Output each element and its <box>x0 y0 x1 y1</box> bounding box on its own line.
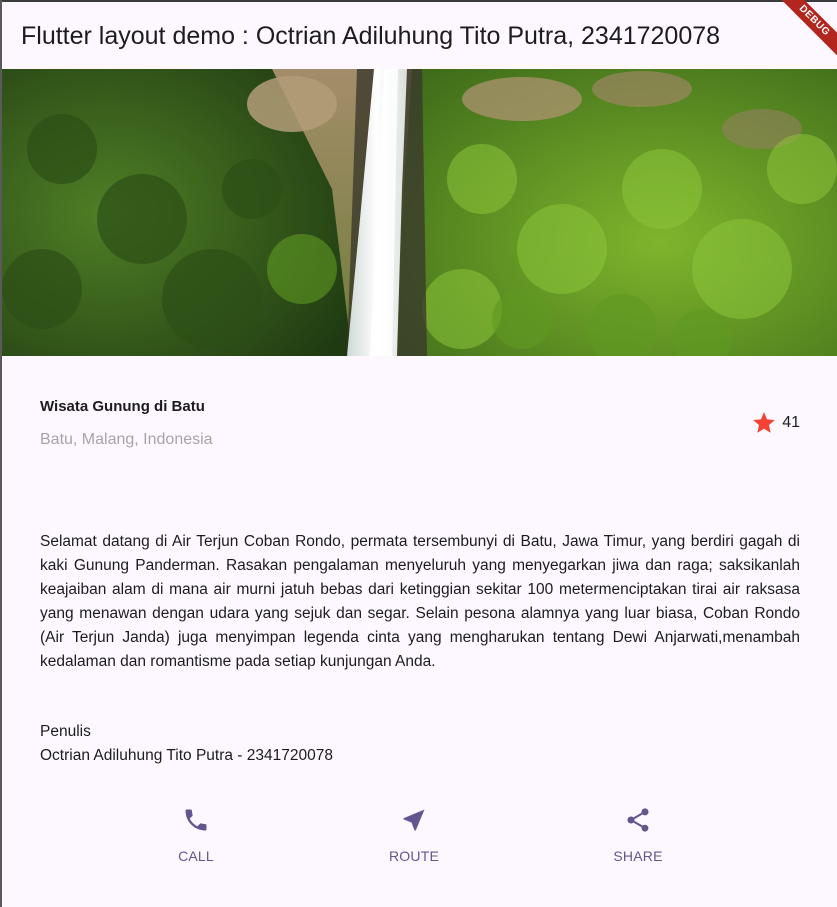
waterfall-photo <box>2 69 837 356</box>
share-label: SHARE <box>613 848 663 864</box>
phone-icon <box>185 809 207 831</box>
navigation-icon <box>403 809 425 831</box>
share-icon <box>627 808 649 832</box>
call-label: CALL <box>178 848 214 864</box>
author-name: Octrian Adiluhung Tito Putra - 234172007… <box>40 747 333 764</box>
description-text: Selamat datang di Air Terjun Coban Rondo… <box>40 533 800 670</box>
title-section: Wisata Gunung di Batu Batu, Malang, Indo… <box>40 396 800 451</box>
star-icon <box>753 412 776 433</box>
route-label: ROUTE <box>389 848 439 864</box>
share-button[interactable]: SHARE <box>578 806 698 864</box>
debug-banner: DEBUG <box>767 0 837 70</box>
debug-banner-label: DEBUG <box>772 0 837 63</box>
rating: 41 <box>751 410 800 436</box>
app-bar-title: Flutter layout demo : Octrian Adiluhung … <box>21 22 721 50</box>
route-button[interactable]: ROUTE <box>354 806 474 864</box>
place-name: Wisata Gunung di Batu <box>40 398 205 415</box>
call-button[interactable]: CALL <box>136 806 256 864</box>
hero-image <box>2 69 837 356</box>
author-heading: Penulis <box>40 723 91 740</box>
author-section: Penulis Octrian Adiluhung Tito Putra - 2… <box>40 720 333 768</box>
place-location: Batu, Malang, Indonesia <box>40 431 213 448</box>
app-bar: Flutter layout demo : Octrian Adiluhung … <box>2 2 837 69</box>
rating-count: 41 <box>782 414 800 431</box>
